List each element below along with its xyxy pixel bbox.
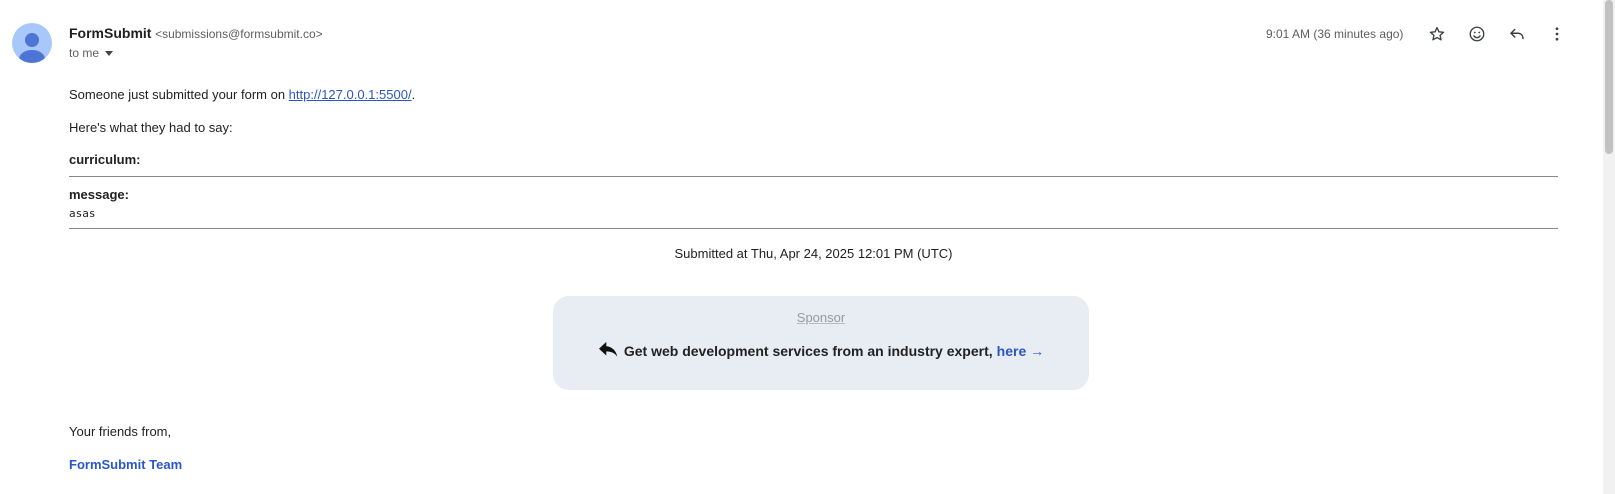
sender-name[interactable]: FormSubmit bbox=[69, 25, 151, 41]
recipient-label: to me bbox=[69, 46, 100, 60]
curriculum-label: curriculum: bbox=[69, 152, 141, 167]
sender-email: <submissions@formsubmit.co> bbox=[155, 27, 323, 41]
message-actions: 9:01 AM (36 minutes ago) bbox=[1266, 24, 1577, 44]
chevron-down-icon[interactable] bbox=[105, 51, 114, 56]
team-link[interactable]: FormSubmit Team bbox=[69, 457, 182, 472]
intro-prefix: Someone just submitted your form on bbox=[69, 87, 289, 102]
reply-icon[interactable] bbox=[1497, 24, 1537, 44]
divider bbox=[69, 228, 1558, 229]
sponsor-box: Sponsor Get web development services fro… bbox=[553, 296, 1089, 390]
sponsor-text: Get web development services from an ind… bbox=[623, 343, 993, 359]
intro-line: Someone just submitted your form on http… bbox=[69, 87, 415, 102]
emoji-icon[interactable] bbox=[1457, 24, 1497, 44]
sponsor-label[interactable]: Sponsor bbox=[553, 310, 1089, 325]
more-vert-icon[interactable] bbox=[1537, 24, 1577, 44]
sender-info: FormSubmit <submissions@formsubmit.co> bbox=[69, 25, 323, 41]
divider bbox=[69, 176, 1558, 177]
recipient-details-toggle[interactable]: to me bbox=[69, 46, 114, 60]
submitted-timestamp: Submitted at Thu, Apr 24, 2025 12:01 PM … bbox=[674, 246, 953, 261]
site-link[interactable]: http://127.0.0.1:5500/ bbox=[289, 87, 412, 102]
scrollbar-thumb[interactable] bbox=[1605, 0, 1613, 154]
star-icon[interactable] bbox=[1417, 24, 1457, 44]
scrollbar[interactable] bbox=[1603, 0, 1615, 494]
message-label: message: bbox=[69, 187, 129, 202]
lead-text: Here's what they had to say: bbox=[69, 120, 233, 135]
reply-arrow-icon bbox=[598, 341, 618, 357]
sponsor-link[interactable]: here → bbox=[997, 343, 1044, 359]
sponsor-line: Get web development services from an ind… bbox=[553, 341, 1089, 361]
message-value: asas bbox=[69, 207, 96, 220]
timestamp: 9:01 AM (36 minutes ago) bbox=[1266, 27, 1404, 41]
closing-text: Your friends from, bbox=[69, 424, 172, 439]
intro-suffix: . bbox=[411, 87, 416, 102]
avatar[interactable] bbox=[12, 23, 52, 63]
